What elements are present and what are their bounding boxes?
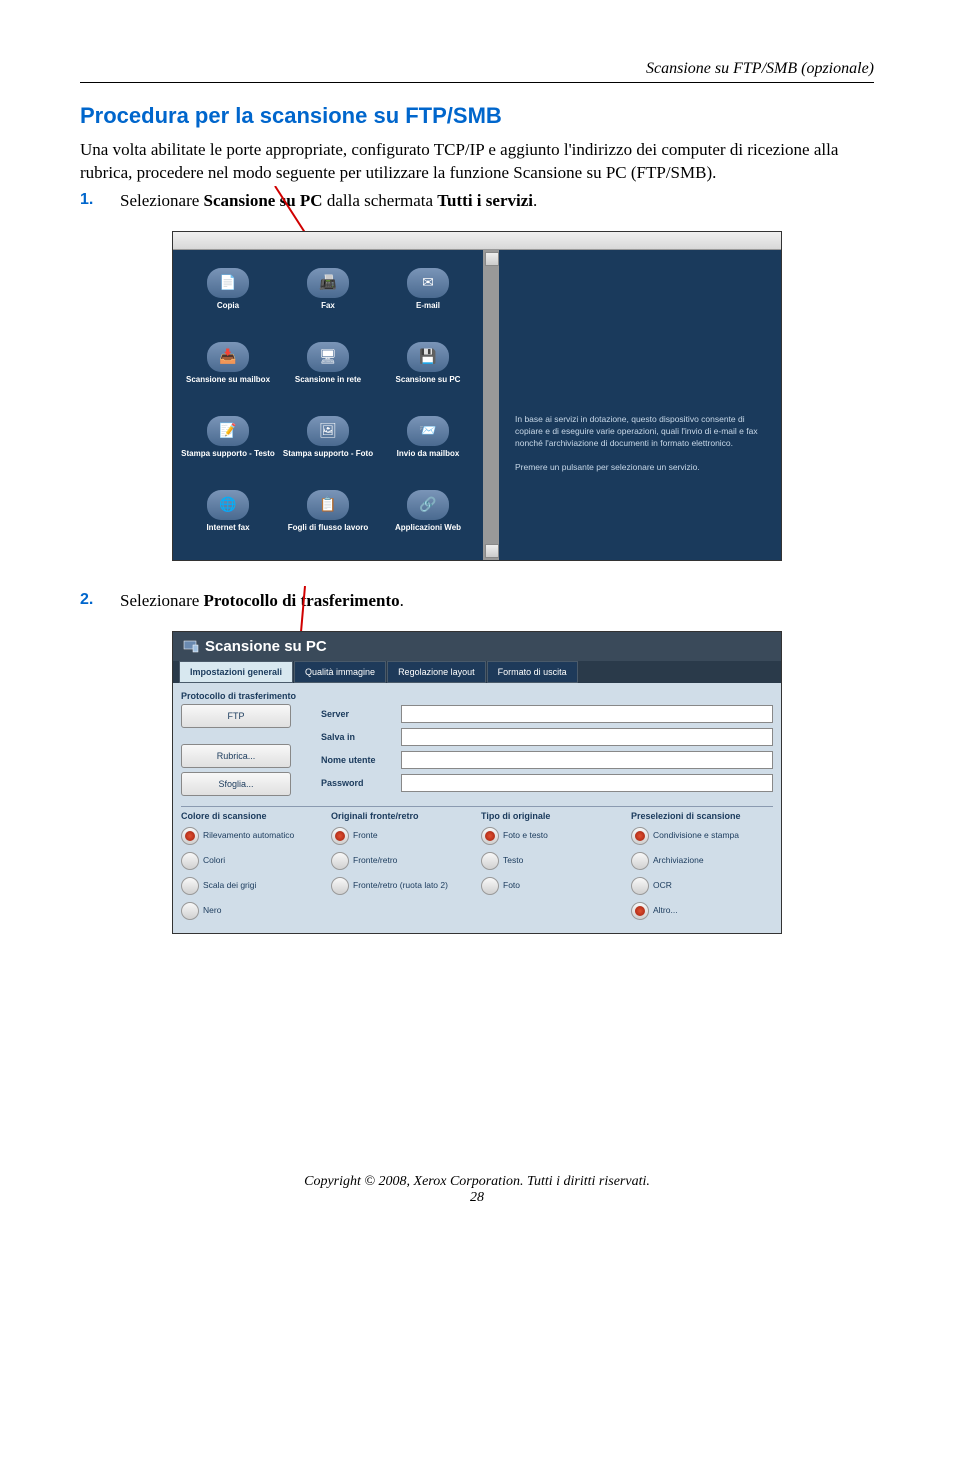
services-screenshot: 📄Copia 📠Fax ✉E-mail 📥Scansione su mailbo… [172, 231, 782, 561]
window-titlebar [173, 232, 781, 250]
intro-paragraph: Una volta abilitate le porte appropriate… [80, 139, 874, 185]
info-panel: In base ai servizi in dotazione, questo … [499, 250, 781, 560]
step-text: Selezionare Protocollo di trasferimento. [120, 591, 404, 611]
opt-foto[interactable]: Foto [481, 875, 623, 897]
service-email[interactable]: ✉E-mail [381, 260, 475, 328]
radio-icon [481, 877, 499, 895]
radio-icon [181, 852, 199, 870]
internet-fax-icon: 🌐 [207, 490, 249, 520]
web-apps-icon: 🔗 [407, 490, 449, 520]
fields-panel: Server Salva in Nome utente Password [321, 691, 773, 800]
radio-icon [181, 877, 199, 895]
colore-scansione-group: Colore di scansione Rilevamento automati… [181, 811, 323, 925]
fax-icon: 📠 [307, 268, 349, 298]
salva-in-input[interactable] [401, 728, 773, 746]
print-text-icon: 📝 [207, 416, 249, 446]
screenshot-1-wrap: 📄Copia 📠Fax ✉E-mail 📥Scansione su mailbo… [80, 231, 874, 561]
password-label: Password [321, 778, 401, 788]
radio-icon [181, 902, 199, 920]
section-title: Procedura per la scansione su FTP/SMB [80, 103, 874, 129]
service-stampa-testo[interactable]: 📝Stampa supporto - Testo [181, 408, 275, 476]
step-2: 2. Selezionare Protocollo di trasferimen… [80, 591, 874, 611]
radio-icon [631, 877, 649, 895]
service-fax[interactable]: 📠Fax [281, 260, 375, 328]
send-mailbox-icon: 📨 [407, 416, 449, 446]
services-grid: 📄Copia 📠Fax ✉E-mail 📥Scansione su mailbo… [173, 250, 483, 560]
preselezioni-group: Preselezioni di scansione Condivisione e… [631, 811, 773, 925]
opt-rilevamento-auto[interactable]: Rilevamento automatico [181, 825, 323, 847]
radio-icon [481, 827, 499, 845]
print-photo-icon: 🖼 [307, 416, 349, 446]
service-internet-fax[interactable]: 🌐Internet fax [181, 482, 275, 550]
service-scan-rete[interactable]: 🖥Scansione in rete [281, 334, 375, 402]
opt-ocr[interactable]: OCR [631, 875, 773, 897]
opt-nero[interactable]: Nero [181, 900, 323, 922]
radio-icon [631, 902, 649, 920]
radio-icon [181, 827, 199, 845]
screenshot-2-wrap: Scansione su PC Impostazioni generali Qu… [80, 631, 874, 934]
server-label: Server [321, 709, 401, 719]
email-icon: ✉ [407, 268, 449, 298]
tab-formato-uscita[interactable]: Formato di uscita [487, 661, 578, 683]
service-app-web[interactable]: 🔗Applicazioni Web [381, 482, 475, 550]
opt-altro[interactable]: Altro... [631, 900, 773, 922]
scan-network-icon: 🖥 [307, 342, 349, 372]
server-input[interactable] [401, 705, 773, 723]
sfoglia-button[interactable]: Sfoglia... [181, 772, 291, 796]
radio-icon [331, 877, 349, 895]
tab-qualita-immagine[interactable]: Qualità immagine [294, 661, 386, 683]
rubrica-button[interactable]: Rubrica... [181, 744, 291, 768]
nome-utente-input[interactable] [401, 751, 773, 769]
flow-sheets-icon: 📋 [307, 490, 349, 520]
service-fogli-flusso[interactable]: 📋Fogli di flusso lavoro [281, 482, 375, 550]
copy-icon: 📄 [207, 268, 249, 298]
protocol-label: Protocollo di trasferimento [181, 691, 311, 701]
options-row: Colore di scansione Rilevamento automati… [181, 811, 773, 925]
tipo-originale-group: Tipo di originale Foto e testo Testo Fot… [481, 811, 623, 925]
running-header: Scansione su FTP/SMB (opzionale) [80, 60, 874, 83]
fronte-retro-group: Originali fronte/retro Fronte Fronte/ret… [331, 811, 473, 925]
dialog-body: Protocollo di trasferimento FTP Rubrica.… [173, 683, 781, 933]
step-number: 1. [80, 191, 120, 211]
tab-impostazioni-generali[interactable]: Impostazioni generali [179, 661, 293, 683]
opt-testo[interactable]: Testo [481, 850, 623, 872]
opt-foto-testo[interactable]: Foto e testo [481, 825, 623, 847]
page-number: 28 [80, 1190, 874, 1206]
service-scan-mailbox[interactable]: 📥Scansione su mailbox [181, 334, 275, 402]
scrollbar[interactable] [483, 250, 499, 560]
opt-colori[interactable]: Colori [181, 850, 323, 872]
opt-fronte-retro-ruota[interactable]: Fronte/retro (ruota lato 2) [331, 875, 473, 897]
service-copia[interactable]: 📄Copia [181, 260, 275, 328]
opt-fronte[interactable]: Fronte [331, 825, 473, 847]
radio-icon [331, 827, 349, 845]
step-1: 1. Selezionare Scansione su PC dalla sch… [80, 191, 874, 211]
radio-icon [631, 827, 649, 845]
service-stampa-foto[interactable]: 🖼Stampa supporto - Foto [281, 408, 375, 476]
password-input[interactable] [401, 774, 773, 792]
tabs-bar: Impostazioni generali Qualità immagine R… [173, 661, 781, 683]
scan-pc-icon [183, 639, 199, 653]
radio-icon [481, 852, 499, 870]
opt-fronte-retro[interactable]: Fronte/retro [331, 850, 473, 872]
step-text: Selezionare Scansione su PC dalla scherm… [120, 191, 537, 211]
left-controls: Protocollo di trasferimento FTP Rubrica.… [181, 691, 311, 800]
opt-condivisione[interactable]: Condivisione e stampa [631, 825, 773, 847]
radio-icon [331, 852, 349, 870]
scan-mailbox-icon: 📥 [207, 342, 249, 372]
dialog-title: Scansione su PC [173, 632, 781, 661]
scan-pc-screenshot: Scansione su PC Impostazioni generali Qu… [172, 631, 782, 934]
service-scan-pc[interactable]: 💾Scansione su PC [381, 334, 475, 402]
protocol-button[interactable]: FTP [181, 704, 291, 728]
service-invio-mailbox[interactable]: 📨Invio da mailbox [381, 408, 475, 476]
step-number: 2. [80, 591, 120, 611]
divider [181, 806, 773, 807]
copyright-footer: Copyright © 2008, Xerox Corporation. Tut… [80, 1174, 874, 1190]
opt-scala-grigi[interactable]: Scala dei grigi [181, 875, 323, 897]
scan-pc-icon: 💾 [407, 342, 449, 372]
salva-in-label: Salva in [321, 732, 401, 742]
opt-archiviazione[interactable]: Archiviazione [631, 850, 773, 872]
tab-regolazione-layout[interactable]: Regolazione layout [387, 661, 486, 683]
radio-icon [631, 852, 649, 870]
nome-utente-label: Nome utente [321, 755, 401, 765]
